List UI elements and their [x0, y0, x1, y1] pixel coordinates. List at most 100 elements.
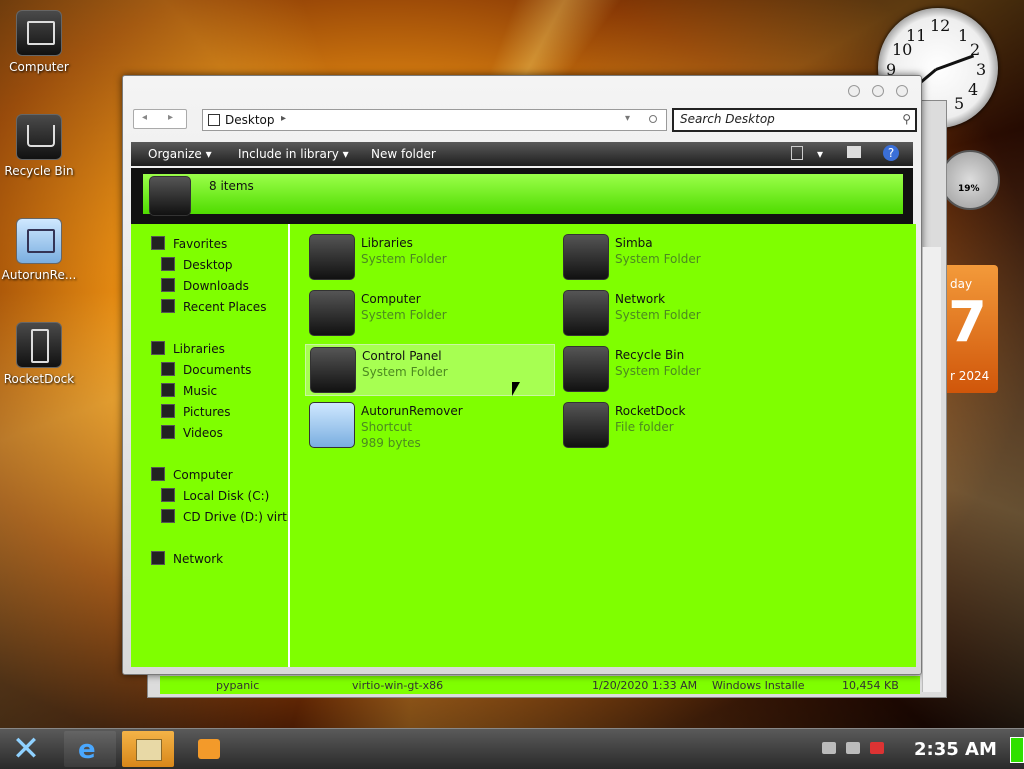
preview-pane-icon[interactable]	[847, 146, 861, 158]
nav-libraries[interactable]: Libraries	[151, 341, 225, 356]
desktop-icon-autorunremover[interactable]: AutorunRe...	[1, 218, 77, 282]
background-file-row[interactable]: pypanic virtio-win-gt-x86 1/20/2020 1:33…	[160, 676, 920, 694]
desktop-icon-label: AutorunRe...	[1, 268, 77, 282]
details-header: 8 items	[131, 168, 913, 224]
item-name: Network	[615, 292, 666, 306]
taskbar-clock[interactable]: 2:35 AM	[914, 739, 997, 760]
picture-icon	[161, 404, 175, 418]
nav-local-disk[interactable]: Local Disk (C:)	[161, 488, 269, 503]
network-icon	[151, 551, 165, 565]
item-simba[interactable]: Simba System Folder	[559, 232, 807, 282]
desktop-icon-rocketdock[interactable]: RocketDock	[1, 322, 77, 386]
explorer-window[interactable]: ◂ ▸ Desktop ▸ ▾ Search Desktop ⚲ Organiz…	[122, 75, 922, 675]
calendar-day-number: 7	[948, 290, 987, 355]
nav-videos[interactable]: Videos	[161, 425, 223, 440]
disk-icon	[161, 488, 175, 502]
new-folder-button[interactable]: New folder	[371, 147, 436, 161]
nav-buttons[interactable]: ◂ ▸	[133, 109, 187, 129]
nav-documents[interactable]: Documents	[161, 362, 251, 377]
clock-number: 3	[976, 60, 987, 79]
calendar-day-name: day	[950, 277, 973, 291]
item-type: System Folder	[361, 252, 447, 266]
clock-number: 5	[954, 94, 965, 113]
nav-computer[interactable]: Computer	[151, 467, 233, 482]
cd-icon	[161, 509, 175, 523]
folder-icon	[136, 739, 162, 761]
forward-arrow-icon[interactable]: ▸	[168, 112, 173, 123]
cpu-meter-gadget[interactable]: 19%	[940, 150, 1000, 210]
nav-network[interactable]: Network	[151, 551, 223, 566]
item-computer[interactable]: Computer System Folder	[305, 288, 553, 338]
command-bar: Organize ▾ Include in library ▾ New fold…	[131, 142, 913, 166]
nav-downloads[interactable]: Downloads	[161, 278, 249, 293]
tray-device-icon[interactable]	[846, 742, 860, 754]
minimize-button[interactable]	[848, 85, 860, 97]
search-placeholder: Search Desktop	[680, 112, 775, 126]
breadcrumb-arrow-icon[interactable]: ▸	[281, 113, 286, 124]
vertical-scrollbar[interactable]	[922, 247, 941, 692]
back-arrow-icon[interactable]: ◂	[142, 112, 147, 123]
view-options-icon[interactable]	[791, 146, 803, 160]
desktop-icon	[161, 257, 175, 271]
computer-icon	[309, 290, 355, 336]
explorer-button[interactable]	[122, 731, 174, 767]
item-network[interactable]: Network System Folder	[559, 288, 807, 338]
start-button[interactable]: ✕	[6, 732, 46, 766]
chevron-down-icon[interactable]: ▾	[625, 113, 630, 124]
taskbar: ✕ e 2:35 AM	[0, 728, 1024, 769]
folder-icon	[563, 402, 609, 448]
nav-label: Desktop	[183, 258, 233, 272]
item-autorunremover[interactable]: AutorunRemover Shortcut 989 bytes	[305, 400, 553, 456]
desktop-icon-computer[interactable]: Computer	[1, 10, 77, 74]
nav-cd-drive[interactable]: CD Drive (D:) virtio-w	[161, 509, 288, 524]
document-icon	[161, 362, 175, 376]
include-in-library-button[interactable]: Include in library ▾	[238, 147, 349, 161]
nav-desktop[interactable]: Desktop	[161, 257, 233, 272]
desktop-icon-recycle-bin[interactable]: Recycle Bin	[1, 114, 77, 178]
chevron-down-icon[interactable]: ▾	[817, 147, 823, 161]
star-icon	[151, 236, 165, 250]
close-button[interactable]	[896, 85, 908, 97]
item-name: AutorunRemover	[361, 404, 463, 418]
organize-button[interactable]: Organize ▾	[148, 147, 212, 161]
nav-label: Local Disk (C:)	[183, 489, 270, 503]
control-panel-icon	[310, 347, 356, 393]
user-icon	[563, 234, 609, 280]
internet-explorer-button[interactable]: e	[64, 731, 116, 767]
item-name: RocketDock	[615, 404, 686, 418]
computer-icon	[151, 467, 165, 481]
row-date: 1/20/2020 1:33 AM	[592, 679, 698, 692]
nav-label: Videos	[183, 426, 223, 440]
nav-label: Pictures	[183, 405, 231, 419]
search-input[interactable]: Search Desktop ⚲	[672, 108, 917, 132]
download-icon	[161, 278, 175, 292]
item-libraries[interactable]: Libraries System Folder	[305, 232, 553, 282]
row-type: Windows Installe	[712, 679, 805, 692]
nav-recent-places[interactable]: Recent Places	[161, 299, 266, 314]
shortcut-program-icon	[309, 402, 355, 448]
nav-label: Network	[173, 552, 224, 566]
row-size: 10,454 KB	[842, 679, 899, 692]
nav-pictures[interactable]: Pictures	[161, 404, 231, 419]
refresh-icon[interactable]	[649, 115, 657, 123]
item-size: 989 bytes	[361, 436, 421, 450]
item-type: System Folder	[615, 252, 701, 266]
maximize-button[interactable]	[872, 85, 884, 97]
nav-label: CD Drive (D:) virtio-w	[183, 510, 288, 524]
nav-label: Recent Places	[183, 300, 267, 314]
search-icon[interactable]: ⚲	[902, 112, 911, 126]
nav-music[interactable]: Music	[161, 383, 217, 398]
tray-volume-muted-icon[interactable]	[870, 742, 884, 754]
item-name: Libraries	[361, 236, 413, 250]
item-rocketdock[interactable]: RocketDock File folder	[559, 400, 807, 450]
address-bar[interactable]: Desktop ▸ ▾	[202, 109, 667, 131]
header-green-bar	[143, 174, 903, 214]
media-player-button[interactable]	[184, 731, 236, 767]
item-name: Simba	[615, 236, 653, 250]
help-icon[interactable]: ?	[883, 145, 899, 161]
nav-favorites[interactable]: Favorites	[151, 236, 227, 251]
item-recycle-bin[interactable]: Recycle Bin System Folder	[559, 344, 807, 394]
tray-network-icon[interactable]	[822, 742, 836, 754]
show-desktop-button[interactable]	[1010, 737, 1024, 763]
calendar-gadget[interactable]: day 7 r 2024	[942, 265, 998, 393]
